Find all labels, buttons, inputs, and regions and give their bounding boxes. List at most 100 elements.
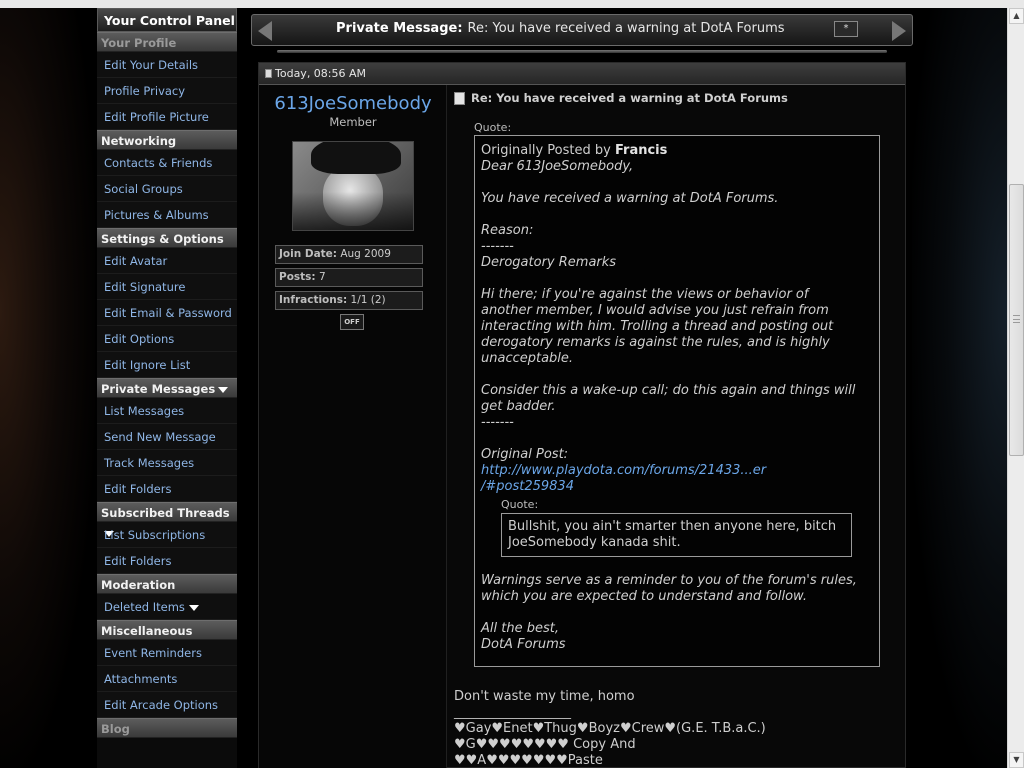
link-pictures-albums[interactable]: Pictures & Albums bbox=[97, 202, 237, 228]
pm-post: Today, 08:56 AM 613JoeSomebody Member Jo… bbox=[258, 62, 906, 768]
post-title: Re: You have received a warning at DotA … bbox=[454, 91, 788, 105]
quote-originally: Originally Posted by bbox=[481, 143, 611, 158]
quote-reason: Derogatory Remarks bbox=[481, 255, 617, 270]
user-info-panel: 613JoeSomebody Member Join Date: Aug 200… bbox=[259, 85, 447, 768]
quote-author: Francis bbox=[614, 143, 668, 158]
link-edit-profile-picture[interactable]: Edit Profile Picture bbox=[97, 104, 237, 130]
post-icon bbox=[454, 92, 465, 105]
section-private-messages[interactable]: Private Messages bbox=[97, 378, 237, 398]
link-track-messages[interactable]: Track Messages bbox=[97, 450, 237, 476]
pm-title: Private Message: Re: You have received a … bbox=[336, 21, 785, 36]
link-deleted-items[interactable]: Deleted Items bbox=[97, 594, 237, 620]
post-status-icon bbox=[265, 69, 272, 78]
vertical-scrollbar[interactable]: ▲ ▼ bbox=[1007, 8, 1024, 768]
section-subscribed-threads[interactable]: Subscribed Threads bbox=[97, 502, 237, 537]
main-content: Private Message: Re: You have received a … bbox=[251, 8, 913, 768]
scroll-down-arrow-icon[interactable]: ▼ bbox=[1009, 752, 1024, 768]
username-link[interactable]: 613JoeSomebody bbox=[259, 93, 447, 114]
scroll-up-arrow-icon[interactable]: ▲ bbox=[1009, 8, 1024, 24]
right-background-art bbox=[912, 8, 1007, 768]
posts-stat: Posts: 7 bbox=[275, 268, 423, 287]
quote-greeting: Dear 613JoeSomebody, bbox=[481, 159, 634, 174]
post-message-text: Don't waste my time, homo bbox=[454, 689, 635, 704]
link-event-reminders[interactable]: Event Reminders bbox=[97, 640, 237, 666]
section-moderation[interactable]: Moderation bbox=[97, 574, 237, 594]
signature-separator: __________________ bbox=[454, 705, 571, 720]
avatar-shadow bbox=[293, 192, 413, 230]
quote-para1-line2: another member, I would advise you just … bbox=[481, 303, 829, 318]
quote-para2-line1: Consider this a wake-up call; do this ag… bbox=[481, 383, 856, 398]
browser-top-strip bbox=[0, 0, 1024, 8]
join-date-stat: Join Date: Aug 2009 bbox=[275, 245, 423, 264]
inner-quote-box: Bullshit, you ain't smarter then anyone … bbox=[501, 513, 852, 557]
inner-quote-line2: JoeSomebody kanada shit. bbox=[508, 535, 681, 550]
quote-dashes: ------- bbox=[481, 239, 514, 254]
quote-label: Quote: bbox=[474, 121, 512, 134]
offline-status-icon: OFF bbox=[340, 314, 364, 330]
link-list-subscriptions[interactable]: List Subscriptions bbox=[97, 522, 237, 548]
avatar-hat bbox=[311, 142, 401, 174]
post-date-bar: Today, 08:56 AM bbox=[259, 63, 905, 85]
section-settings-options[interactable]: Settings & Options bbox=[97, 228, 237, 248]
pm-title-label: Private Message: bbox=[336, 21, 463, 36]
original-post-link-line1[interactable]: http://www.playdota.com/forums/21433...e… bbox=[481, 463, 766, 478]
section-subscribed-threads-label: Subscribed Threads bbox=[101, 506, 230, 520]
link-send-new-message[interactable]: Send New Message bbox=[97, 424, 237, 450]
quote-header: Originally Posted by Francis bbox=[481, 143, 873, 159]
post-date: Today, 08:56 AM bbox=[275, 67, 367, 80]
chevron-down-icon[interactable] bbox=[218, 386, 229, 393]
quote-closing-line2: which you are expected to understand and… bbox=[481, 589, 807, 604]
quote-signoff-line1: All the best, bbox=[481, 621, 559, 636]
scroll-thumb[interactable] bbox=[1009, 184, 1024, 456]
user-title: Member bbox=[329, 115, 377, 129]
join-date-label: Join Date: bbox=[279, 248, 337, 260]
section-networking[interactable]: Networking bbox=[97, 130, 237, 150]
signature-line2: ♥G♥♥♥♥♥♥♥♥ Copy And bbox=[454, 737, 636, 752]
grip-icon bbox=[1013, 315, 1020, 323]
link-edit-subscription-folders[interactable]: Edit Folders bbox=[97, 548, 237, 574]
infractions-stat: Infractions: 1/1 (2) bbox=[275, 291, 423, 310]
link-social-groups[interactable]: Social Groups bbox=[97, 176, 237, 202]
posts-label: Posts: bbox=[279, 271, 316, 283]
link-edit-pm-folders[interactable]: Edit Folders bbox=[97, 476, 237, 502]
link-deleted-items-label: Deleted Items bbox=[104, 600, 185, 614]
link-contacts-friends[interactable]: Contacts & Friends bbox=[97, 150, 237, 176]
link-attachments[interactable]: Attachments bbox=[97, 666, 237, 692]
link-profile-privacy[interactable]: Profile Privacy bbox=[97, 78, 237, 104]
signature-line1: ♥Gay♥Enet♥Thug♥Boyz♥Crew♥(G.E. T.B.a.C.) bbox=[454, 721, 766, 736]
quote-para1-line3: interacting with him. Trolling a thread … bbox=[481, 319, 834, 334]
chevron-down-icon[interactable] bbox=[188, 604, 199, 611]
pm-title-subject: Re: You have received a warning at DotA … bbox=[467, 21, 785, 36]
section-blog[interactable]: Blog bbox=[97, 718, 237, 738]
post-title-text: Re: You have received a warning at DotA … bbox=[471, 91, 788, 105]
quote-para1-line5: unacceptable. bbox=[481, 351, 574, 366]
link-edit-signature[interactable]: Edit Signature bbox=[97, 274, 237, 300]
title-underline-divider bbox=[277, 50, 887, 53]
decorative-arrow-left-icon bbox=[258, 21, 272, 41]
link-edit-avatar[interactable]: Edit Avatar bbox=[97, 248, 237, 274]
quote-para1-line1: Hi there; if you're against the views or… bbox=[481, 287, 809, 302]
user-avatar[interactable] bbox=[292, 141, 414, 231]
post-body: Re: You have received a warning at DotA … bbox=[448, 85, 905, 768]
section-miscellaneous[interactable]: Miscellaneous bbox=[97, 620, 237, 640]
section-private-messages-label: Private Messages bbox=[101, 382, 216, 396]
link-edit-arcade-options[interactable]: Edit Arcade Options bbox=[97, 692, 237, 718]
link-edit-email-password[interactable]: Edit Email & Password bbox=[97, 300, 237, 326]
quote-box: Originally Posted by Francis Dear 613Joe… bbox=[474, 135, 880, 667]
infractions-value: 1/1 (2) bbox=[350, 294, 386, 306]
link-list-messages[interactable]: List Messages bbox=[97, 398, 237, 424]
quote-warned: You have received a warning at DotA Foru… bbox=[481, 191, 779, 206]
section-your-profile[interactable]: Your Profile bbox=[97, 32, 237, 52]
link-edit-options[interactable]: Edit Options bbox=[97, 326, 237, 352]
control-panel-title[interactable]: Your Control Panel bbox=[97, 8, 237, 32]
link-edit-your-details[interactable]: Edit Your Details bbox=[97, 52, 237, 78]
collapse-button[interactable]: * bbox=[834, 21, 858, 37]
link-edit-ignore-list[interactable]: Edit Ignore List bbox=[97, 352, 237, 378]
inner-quote-label: Quote: bbox=[501, 498, 539, 511]
join-date-value: Aug 2009 bbox=[340, 248, 391, 260]
post-message: Don't waste my time, homo ______________… bbox=[454, 689, 766, 768]
quote-signoff-line2: DotA Forums bbox=[481, 637, 566, 652]
original-post-link-line2[interactable]: /#post259834 bbox=[481, 479, 574, 494]
original-post-link[interactable]: http://www.playdota.com/forums/21433...e… bbox=[481, 463, 873, 479]
quote-closing-line1: Warnings serve as a reminder to you of t… bbox=[481, 573, 857, 588]
